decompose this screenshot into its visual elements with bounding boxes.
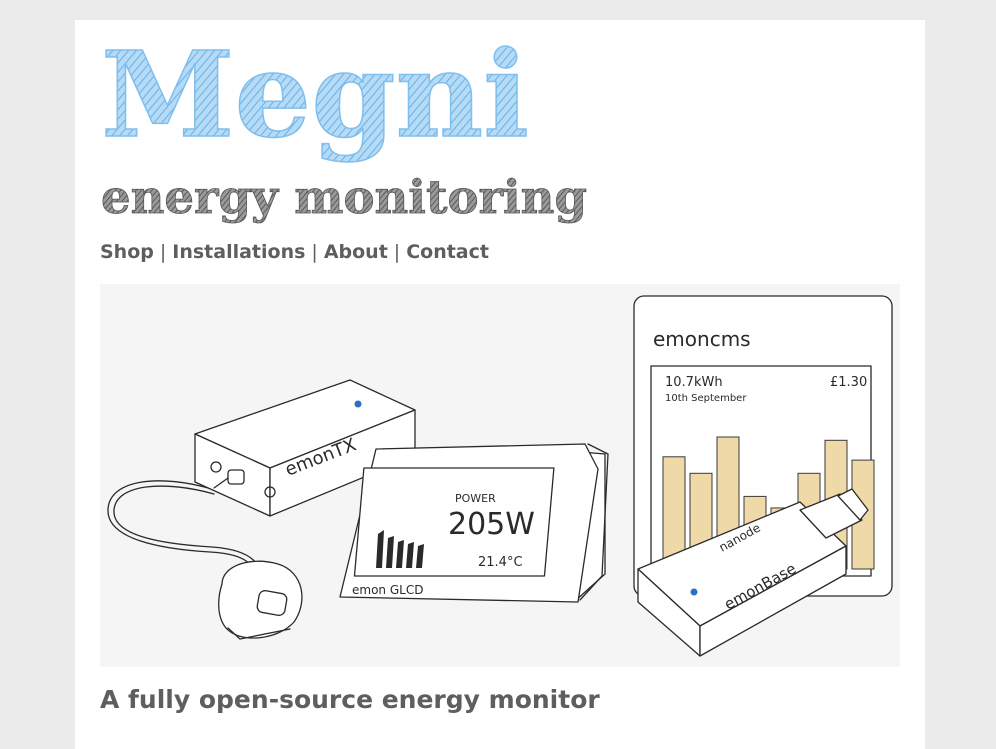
emoncms-date: 10th September [665,393,747,404]
nav-link-installations[interactable]: Installations [172,241,305,263]
glcd-device: POWER 205W 21.4°C emon GLCD [339,443,609,603]
emonbase-led [690,588,698,596]
main-nav: Shop | Installations | About | Contact [100,241,489,263]
site-header: Megni energy monitoring [100,24,587,224]
nav-link-about[interactable]: About [324,241,388,263]
emoncms-cost: £1.30 [830,375,867,390]
hero-illustration: emonTX POWER 205W 21.4°C emon GLCD emonc… [100,284,900,667]
emontx-led [354,400,362,408]
emoncms-energy: 10.7kWh [665,375,723,390]
brand-logo-link[interactable]: Megni [100,24,530,165]
nav-separator: | [393,241,401,263]
nav-link-shop[interactable]: Shop [100,241,154,263]
site-subtitle: energy monitoring [101,170,587,224]
tagline-heading: A fully open-source energy monitor [100,685,600,714]
brand-logo: Megni [101,25,529,164]
emoncms-title: emoncms [653,327,751,351]
glcd-temperature: 21.4°C [478,555,523,570]
page-container: Megni energy monitoring Shop | Installatio… [75,20,925,749]
glcd-power-label: POWER [455,492,496,505]
glcd-power-value: 205W [448,507,535,542]
nav-separator: | [159,241,167,263]
nav-link-contact[interactable]: Contact [406,241,489,263]
nav-separator: | [311,241,318,263]
glcd-label: emon GLCD [352,583,423,597]
